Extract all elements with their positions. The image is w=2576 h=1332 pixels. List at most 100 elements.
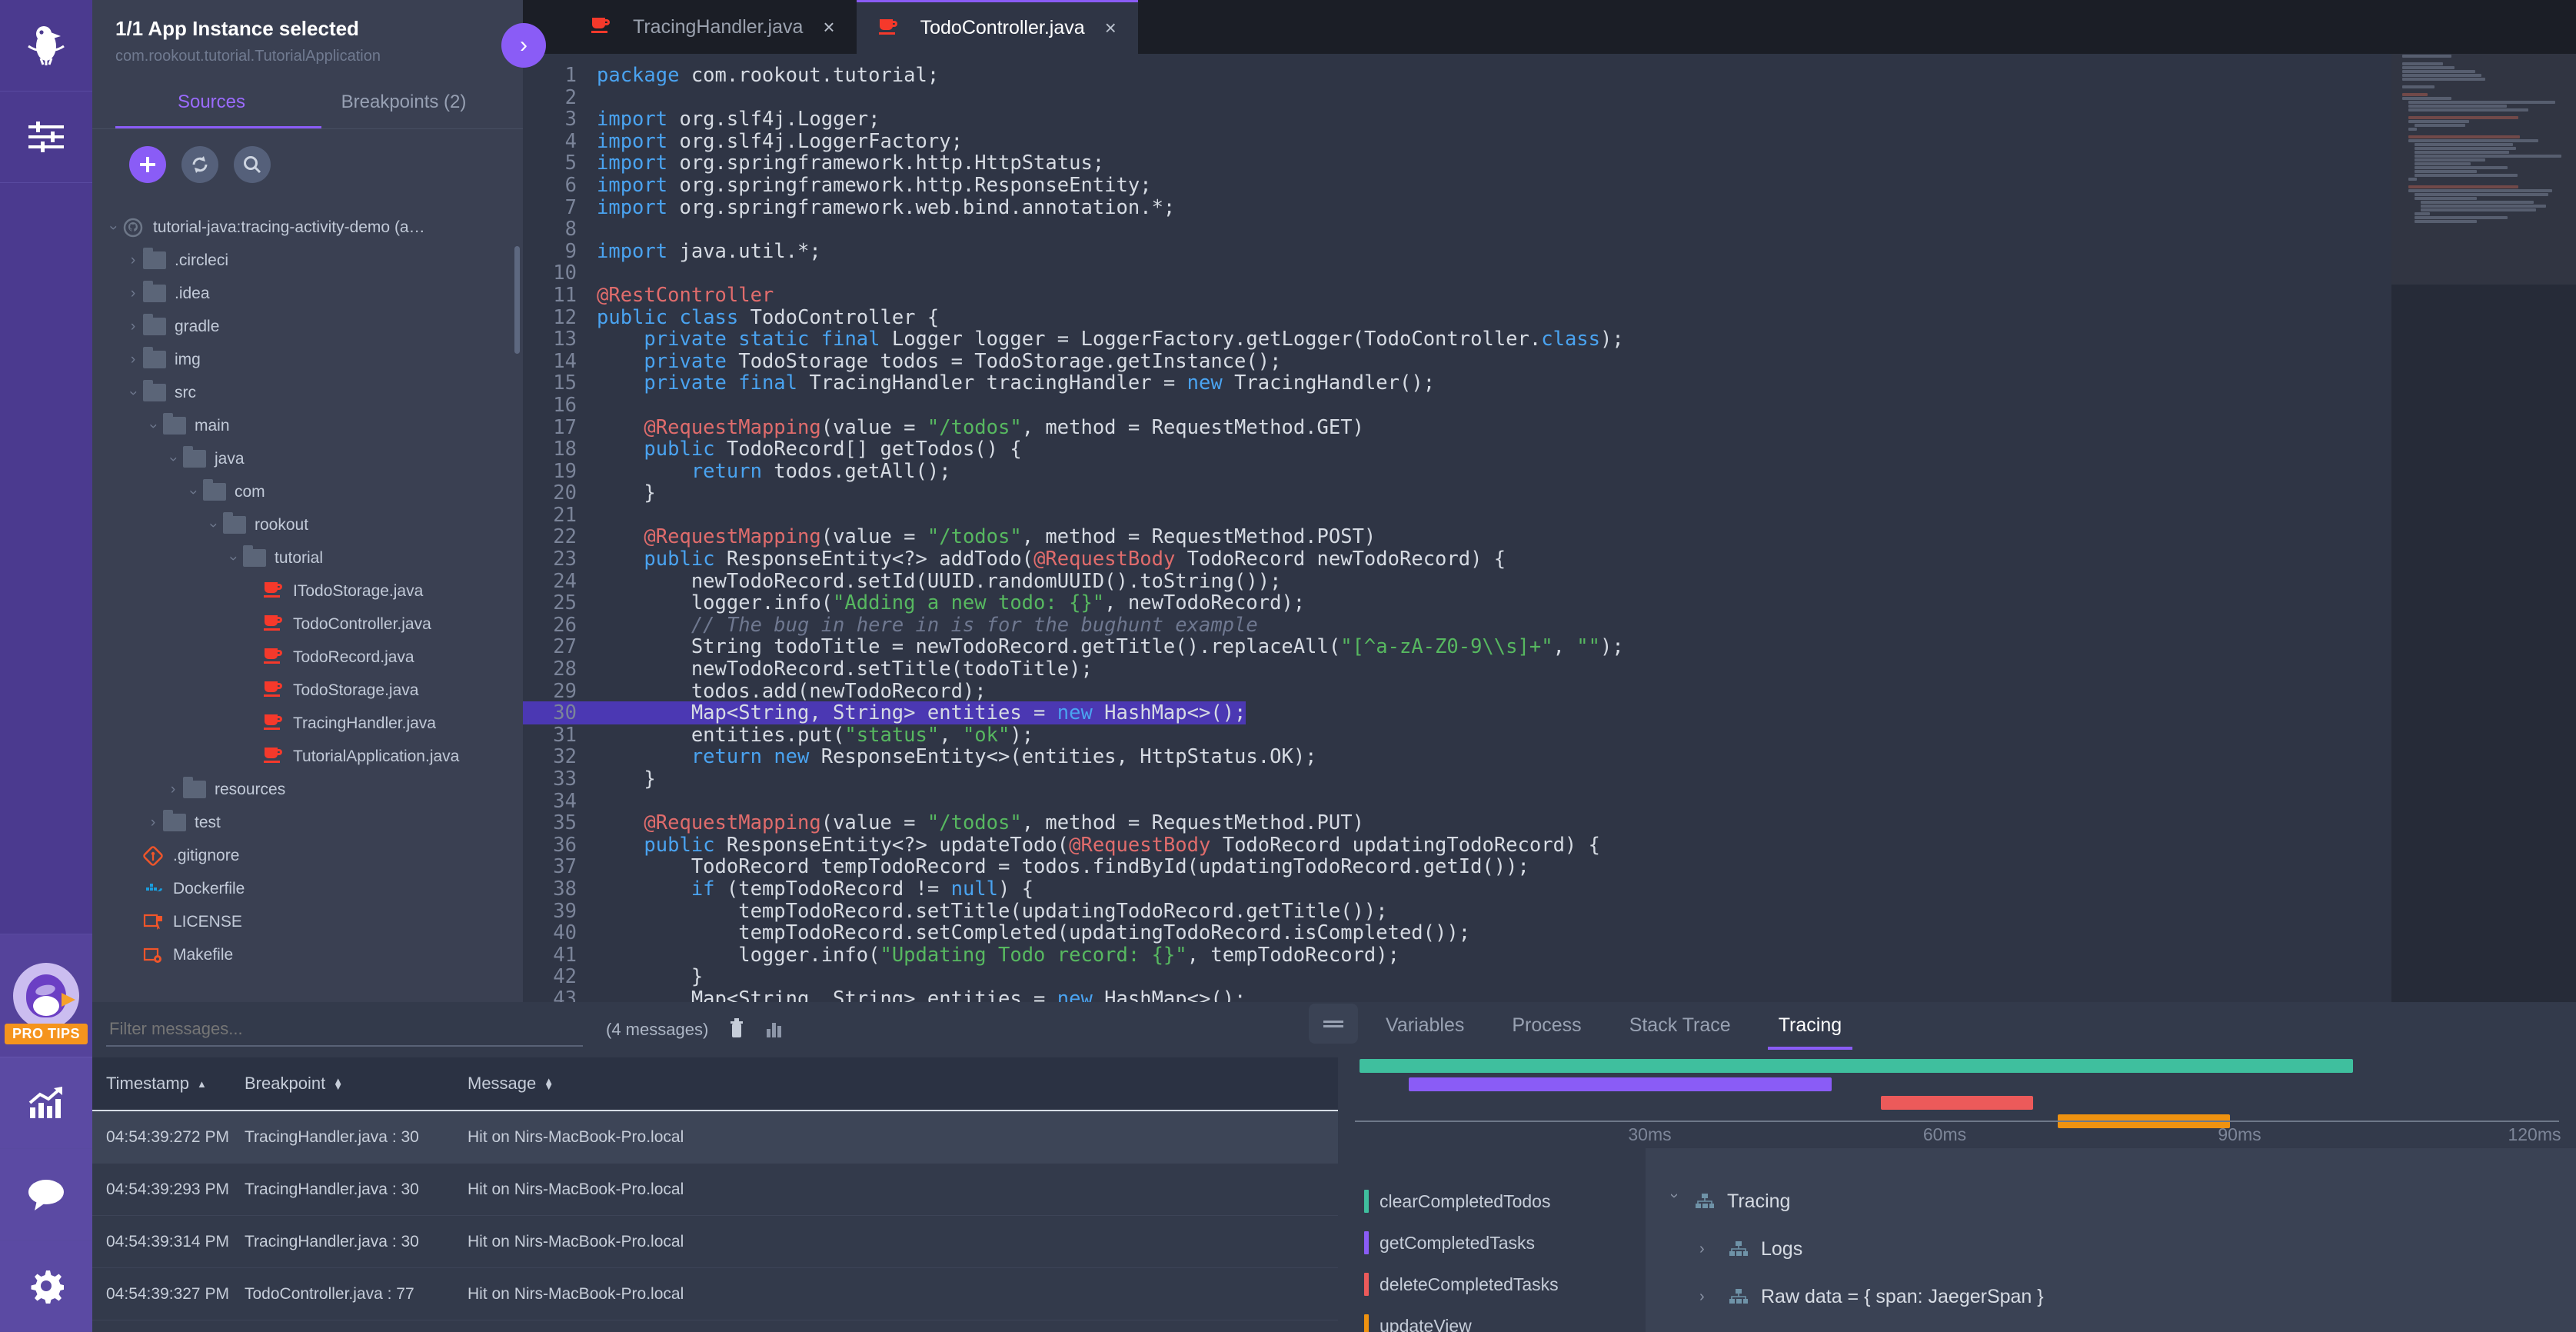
legend-item[interactable]: clearCompletedTodos bbox=[1364, 1180, 1646, 1222]
code-minimap[interactable] bbox=[2391, 54, 2576, 1002]
legend-item[interactable]: getCompletedTasks bbox=[1364, 1222, 1646, 1264]
license-icon bbox=[143, 912, 163, 932]
tree-node[interactable]: Makefile bbox=[92, 938, 523, 971]
tree-node[interactable]: › gradle bbox=[92, 310, 523, 343]
chevron-right-icon[interactable]: › bbox=[123, 318, 143, 335]
message-breakpoint: TracingHandler.java : 30 bbox=[245, 1180, 419, 1198]
editor-tab-todocontroller[interactable]: TodoController.java × bbox=[856, 0, 1138, 54]
chevron-right-icon[interactable]: › bbox=[1699, 1288, 1716, 1306]
rookout-logo-icon[interactable] bbox=[0, 0, 92, 92]
legend-color-swatch bbox=[1364, 1273, 1369, 1296]
chevron-right-icon[interactable]: › bbox=[123, 285, 143, 302]
search-sources-button[interactable] bbox=[234, 146, 271, 183]
pro-tips-label: PRO TIPS bbox=[4, 1024, 88, 1044]
chevron-down-icon[interactable]: › bbox=[1666, 1193, 1683, 1210]
minimap-viewport[interactable] bbox=[2391, 54, 2576, 285]
chevron-right-icon[interactable]: › bbox=[123, 351, 143, 368]
sliders-icon[interactable] bbox=[0, 92, 92, 183]
chevron-right-icon[interactable]: › bbox=[163, 781, 183, 798]
legend-item[interactable]: deleteCompletedTasks bbox=[1364, 1264, 1646, 1305]
chevron-right-icon[interactable]: › bbox=[123, 252, 143, 269]
message-timestamp: 04:54:39:272 PM bbox=[106, 1127, 229, 1146]
tree-node[interactable]: Dockerfile bbox=[92, 872, 523, 905]
trace-detail-tree[interactable]: › Tracing › Logs › Raw data = { span: JaegerS… bbox=[1646, 1148, 2576, 1332]
chevron-down-icon[interactable]: › bbox=[145, 416, 161, 436]
chevron-down-icon[interactable]: › bbox=[125, 383, 141, 403]
tab-breakpoints[interactable]: Breakpoints (2) bbox=[341, 92, 467, 128]
trace-tree-row[interactable]: › Raw data = { span: JaegerSpan } bbox=[1666, 1273, 2576, 1320]
span-bar[interactable] bbox=[1409, 1077, 1832, 1091]
close-icon[interactable]: × bbox=[1105, 16, 1117, 40]
java-file-icon bbox=[878, 18, 898, 38]
add-source-button[interactable] bbox=[129, 146, 166, 183]
tab-process[interactable]: Process bbox=[1512, 1014, 1581, 1041]
tab-sources[interactable]: Sources bbox=[178, 92, 245, 128]
tree-node[interactable]: › test bbox=[92, 806, 523, 839]
tree-node[interactable]: TodoRecord.java bbox=[92, 641, 523, 674]
tree-node[interactable]: ITodoStorage.java bbox=[92, 574, 523, 608]
tree-node[interactable]: .gitignore bbox=[92, 839, 523, 872]
chevron-down-icon[interactable]: › bbox=[205, 515, 221, 535]
tree-node[interactable]: › .circleci bbox=[92, 244, 523, 277]
tree-node[interactable]: TracingHandler.java bbox=[92, 707, 523, 740]
tree-node[interactable]: › rookout bbox=[92, 508, 523, 541]
tree-node[interactable]: › com bbox=[92, 475, 523, 508]
filter-messages-input[interactable] bbox=[106, 1013, 583, 1047]
message-stats-icon[interactable] bbox=[765, 1018, 784, 1042]
tree-node[interactable]: › resources bbox=[92, 773, 523, 806]
trace-tree-row[interactable]: ›SpanContext bbox=[1666, 1320, 2576, 1332]
message-timestamp: 04:54:39:293 PM bbox=[106, 1180, 229, 1198]
tree-node[interactable]: TutorialApplication.java bbox=[92, 740, 523, 773]
refresh-icon bbox=[192, 156, 208, 173]
tab-stack-trace[interactable]: Stack Trace bbox=[1629, 1014, 1731, 1041]
span-legend: clearCompletedTodos getCompletedTasks dele… bbox=[1338, 1148, 1646, 1332]
message-text: Hit on Nirs-MacBook-Pro.local bbox=[468, 1127, 684, 1146]
tree-node[interactable]: › tutorial-java:tracing-activity-demo (a… bbox=[92, 211, 523, 244]
tab-variables[interactable]: Variables bbox=[1386, 1014, 1464, 1041]
chevron-down-icon[interactable]: › bbox=[185, 482, 201, 502]
tree-scrollbar[interactable] bbox=[514, 246, 520, 354]
axis-tick-label: 90ms bbox=[2218, 1124, 2261, 1144]
column-header-timestamp[interactable]: Timestamp ▲ bbox=[92, 1074, 245, 1094]
close-icon[interactable]: × bbox=[823, 15, 834, 39]
code-text[interactable]: 1 package com.rookout.tutorial; 2 3 import… bbox=[523, 54, 2576, 1002]
refresh-sources-button[interactable] bbox=[181, 146, 218, 183]
legend-item[interactable]: updateView bbox=[1364, 1305, 1646, 1332]
delete-messages-icon[interactable] bbox=[728, 1017, 745, 1043]
code-area[interactable]: 1 package com.rookout.tutorial; 2 3 import… bbox=[523, 54, 2576, 1002]
trace-tree-row[interactable]: › Tracing bbox=[1666, 1177, 2576, 1225]
column-header-breakpoint[interactable]: Breakpoint ▲ ▼ bbox=[245, 1074, 460, 1094]
pro-tips-badge[interactable]: PRO TIPS bbox=[0, 934, 92, 1057]
column-header-message[interactable]: Message ▲ ▼ bbox=[460, 1074, 1338, 1094]
message-row[interactable]: 04:54:39:293 PM TracingHandler.java : 30 H… bbox=[92, 1164, 1338, 1216]
tree-node[interactable]: LICENSE bbox=[92, 905, 523, 938]
trace-tree-row[interactable]: › Logs bbox=[1666, 1225, 2576, 1273]
span-bar[interactable] bbox=[1880, 1096, 2034, 1110]
tree-node[interactable]: › .idea bbox=[92, 277, 523, 310]
metrics-icon[interactable] bbox=[0, 1057, 92, 1149]
tree-node[interactable]: TodoStorage.java bbox=[92, 674, 523, 707]
tree-node-label: tutorial bbox=[275, 548, 324, 567]
message-row[interactable]: 04:54:39:314 PM TracingHandler.java : 30 H… bbox=[92, 1216, 1338, 1268]
chat-icon[interactable] bbox=[0, 1149, 92, 1240]
tree-node[interactable]: › main bbox=[92, 409, 523, 442]
chevron-right-icon[interactable]: › bbox=[1699, 1240, 1716, 1258]
tree-node[interactable]: TodoController.java bbox=[92, 608, 523, 641]
tree-node[interactable]: › tutorial bbox=[92, 541, 523, 574]
tree-node[interactable]: › java bbox=[92, 442, 523, 475]
message-row[interactable]: 04:54:39:272 PM TracingHandler.java : 30 H… bbox=[92, 1111, 1338, 1164]
gear-icon[interactable] bbox=[0, 1240, 92, 1332]
span-bar[interactable] bbox=[1360, 1059, 2353, 1073]
chevron-down-icon[interactable]: › bbox=[105, 218, 121, 238]
message-row[interactable]: 04:54:39:327 PM TodoController.java : 77 H… bbox=[92, 1268, 1338, 1320]
chevron-down-icon[interactable]: › bbox=[225, 548, 241, 568]
tab-tracing[interactable]: Tracing bbox=[1779, 1014, 1842, 1041]
tree-node[interactable]: › img bbox=[92, 343, 523, 376]
tree-node[interactable]: › src bbox=[92, 376, 523, 409]
chevron-down-icon[interactable]: › bbox=[165, 449, 181, 469]
tree-node-label: Dockerfile bbox=[173, 879, 245, 897]
chevron-right-icon[interactable]: › bbox=[143, 814, 163, 831]
expand-panel-arrow-button[interactable]: › bbox=[501, 23, 546, 68]
java-file-icon bbox=[263, 614, 283, 634]
editor-tab-tracinghandler[interactable]: TracingHandler.java × bbox=[569, 0, 857, 54]
